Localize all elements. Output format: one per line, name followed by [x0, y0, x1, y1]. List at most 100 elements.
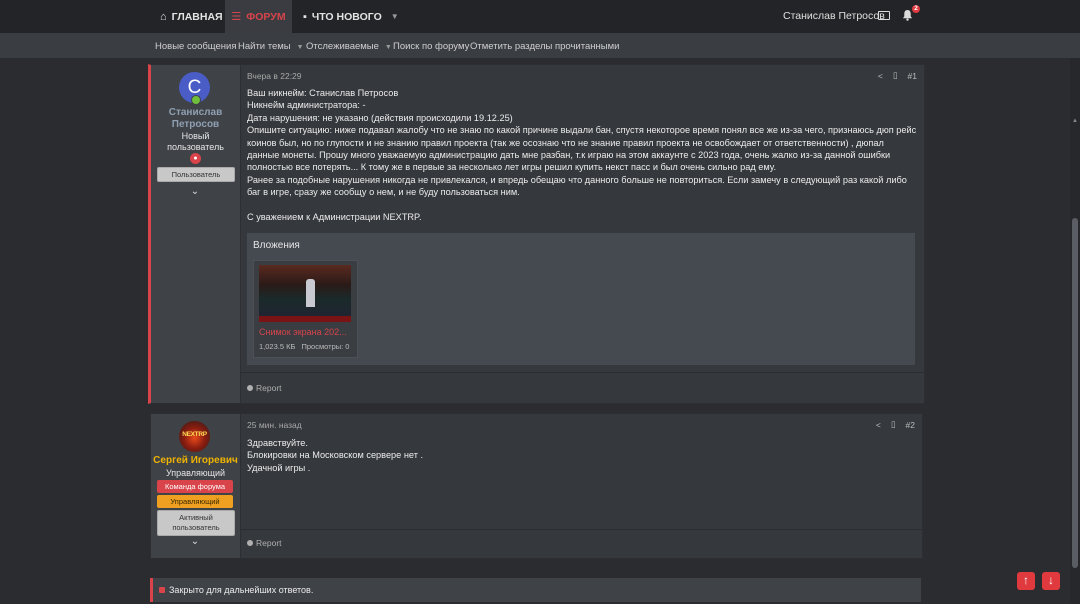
attachment-card[interactable]: Снимок экрана 202... 1,023.5 КБ Просмотр… [253, 260, 358, 358]
post-line [247, 199, 919, 211]
attachment-thumbnail[interactable] [259, 265, 351, 322]
sub-nav: Новые сообщения Найти темы ▼ Отслеживаемы… [0, 33, 1080, 58]
post-author-name[interactable]: Сергей Игоревич [151, 455, 240, 467]
attachment-meta: 1,023.5 КБ Просмотры: 0 [259, 342, 349, 351]
thread-closed-text: Закрыто для дальнейших ответов. [169, 585, 314, 595]
subnav-new-messages[interactable]: Новые сообщения [155, 41, 237, 52]
post-date[interactable]: Вчера в 22:29 [247, 71, 302, 81]
post-author-panel: NEXTRP Сергей Игоревич Управляющий Коман… [151, 414, 241, 558]
chevron-down-icon[interactable]: ⌄ [190, 536, 200, 547]
nav-tab-home[interactable]: ⌂ ГЛАВНАЯ [160, 0, 223, 33]
subnav-watched-label: Отслеживаемые [306, 41, 379, 52]
post-number[interactable]: #1 [908, 71, 917, 81]
share-icon[interactable]: < [876, 420, 881, 430]
nav-tab-whats-new-label: ЧТО НОВОГО [311, 10, 382, 23]
nav-tab-whats-new[interactable]: ▪ ЧТО НОВОГО ▼ [303, 0, 399, 33]
chevron-down-icon[interactable]: ▼ [385, 44, 392, 51]
post-content: Ваш никнейм: Станислав Петросов Никнейм … [247, 87, 919, 223]
author-name-line1: Станислав [168, 107, 223, 118]
report-link[interactable]: Report [247, 383, 282, 393]
post-line: Блокировки на Московском сервере нет . [247, 450, 424, 461]
avatar[interactable]: NEXTRP [179, 421, 210, 452]
post-line: Дата нарушения: не указано (действия про… [247, 112, 513, 123]
attachment-size: 1,023.5 КБ [259, 342, 296, 351]
nav-tab-forum-label: ФОРУМ [246, 10, 286, 23]
thread-closed-notice: Закрыто для дальнейших ответов. [150, 578, 921, 602]
bell-icon[interactable] [902, 9, 913, 21]
user-title: Управляющий [165, 468, 226, 478]
subnav-search-forum[interactable]: Поиск по форуму [393, 41, 469, 52]
chevron-down-icon[interactable]: ▼ [391, 12, 399, 21]
arrow-up-icon: ↑ [1023, 573, 1029, 587]
attachments-block: Вложения Снимок экрана 202... 1,023.5 КБ… [247, 233, 915, 365]
chevron-down-icon[interactable]: ▼ [297, 44, 304, 51]
chevron-down-icon[interactable]: ⌄ [190, 186, 200, 197]
post-line: баг в игре, сразу же сообщу о нем, и не … [247, 187, 520, 198]
mail-icon[interactable] [878, 11, 890, 20]
report-icon [247, 385, 253, 391]
scroll-up-icon[interactable]: ▲ [1072, 118, 1078, 124]
nav-tab-forum[interactable]: ☰ ФОРУМ [225, 0, 292, 33]
attachment-name[interactable]: Снимок экрана 202... [259, 327, 351, 337]
post-line: Никнейм администратора: - [247, 100, 366, 111]
comment-icon: ▪ [303, 10, 307, 23]
user-badge: Пользователь [157, 167, 235, 182]
report-link[interactable]: Report [247, 538, 282, 548]
user-badge: Команда форума [157, 480, 233, 493]
user-badge-line1: Активный [179, 513, 213, 522]
post-line: Удачной игры . [247, 462, 311, 473]
post-line: полностью все потерять... К тому же в пе… [247, 162, 777, 173]
post-author-panel: С Станислав Петросов Новый пользователь … [151, 65, 241, 403]
post-line: Опишите ситуацию: ниже подавал жалобу чт… [247, 125, 917, 136]
subnav-find-threads-label: Найти темы [238, 41, 291, 52]
subnav-mark-read[interactable]: Отметить разделы прочитанными [470, 41, 619, 52]
user-badge-line2: пользователь [172, 523, 220, 532]
user-badge: Управляющий [157, 495, 233, 508]
post-line: Ваш никнейм: Станислав Петросов [247, 88, 399, 98]
arrow-down-icon: ↓ [1048, 573, 1054, 587]
post-line: коинов был, но по глупости и не знанию п… [247, 137, 884, 148]
lock-icon [159, 587, 165, 593]
attachment-views: Просмотры: 0 [301, 342, 350, 351]
user-title: Новый пользователь [151, 131, 240, 153]
report-icon [247, 540, 253, 546]
post: NEXTRP Сергей Игоревич Управляющий Коман… [150, 413, 923, 559]
user-title-line2: пользователь [167, 142, 224, 152]
home-icon: ⌂ [160, 10, 167, 23]
post-actions: < ▯ #2 [876, 419, 915, 430]
bookmark-icon[interactable]: ▯ [893, 70, 898, 81]
forum-icon: ☰ [231, 11, 242, 23]
post-line: Здравствуйте. [247, 438, 308, 448]
post-number[interactable]: #2 [906, 420, 915, 430]
warning-icon: ● [190, 153, 201, 164]
post-date[interactable]: 25 мин. назад [247, 420, 302, 430]
online-status-icon [191, 95, 201, 105]
attachments-title: Вложения [253, 240, 300, 251]
post-line: данные монеты. Прошу много уважаемую адм… [247, 150, 891, 161]
top-nav: ⌂ ГЛАВНАЯ ☰ ФОРУМ ▪ ЧТО НОВОГО ▼ Станисл… [0, 0, 1080, 33]
alerts-badge: 2 [912, 5, 920, 13]
post-author-name[interactable]: Станислав Петросов [151, 107, 240, 131]
account-username[interactable]: Станислав Петросов [783, 10, 885, 22]
post-line: Ранее за подобные нарушения никогда не п… [247, 174, 907, 185]
post-line: С уважением к Администрации NEXTRP. [247, 211, 422, 222]
user-badge: Активный пользователь [157, 510, 235, 536]
post-content: Здравствуйте. Блокировки на Московском с… [247, 437, 919, 474]
post-actions: < ▯ #1 [878, 70, 917, 81]
bookmark-icon[interactable]: ▯ [891, 419, 896, 430]
subnav-find-threads[interactable]: Найти темы ▼ [238, 41, 304, 52]
divider [241, 529, 922, 530]
author-name-line2: Петросов [171, 119, 220, 130]
scroll-to-top-button[interactable]: ↑ [1017, 572, 1035, 590]
scrollbar-thumb[interactable] [1072, 218, 1078, 568]
avatar-logo-text: NEXTRP [182, 431, 207, 438]
user-title-line1: Новый [181, 131, 210, 141]
subnav-watched[interactable]: Отслеживаемые ▼ [306, 41, 392, 52]
page-scrollbar[interactable]: ▲ [1070, 58, 1080, 604]
post: С Станислав Петросов Новый пользователь … [148, 64, 925, 404]
scroll-to-bottom-button[interactable]: ↓ [1042, 572, 1060, 590]
report-label: Report [256, 383, 282, 393]
share-icon[interactable]: < [878, 71, 883, 81]
report-label: Report [256, 538, 282, 548]
divider [241, 372, 924, 373]
